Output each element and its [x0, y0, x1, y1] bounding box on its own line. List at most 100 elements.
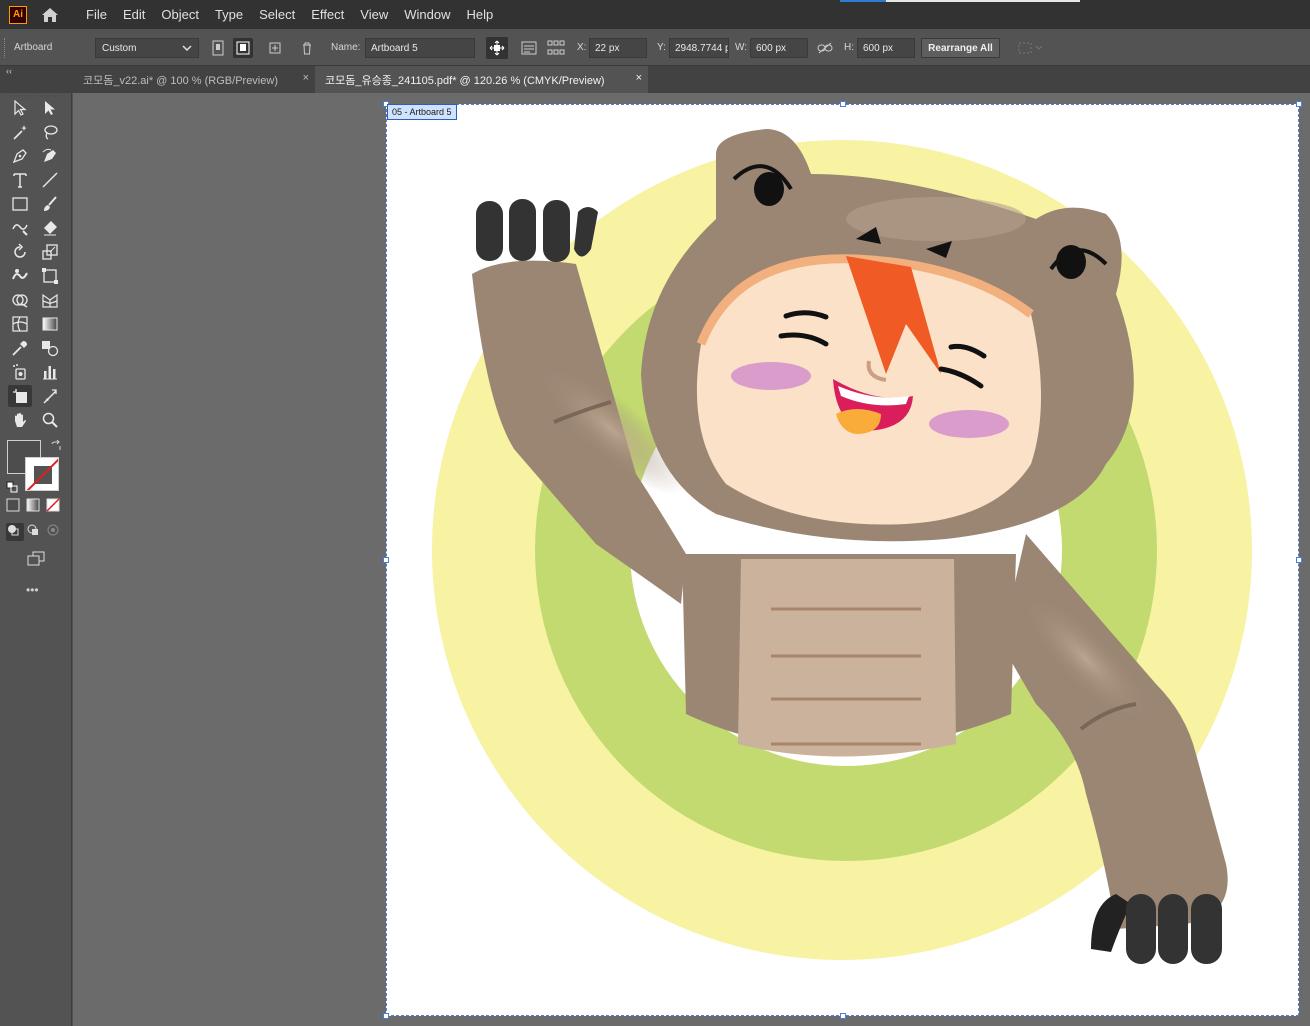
h-label: H: — [844, 42, 854, 53]
swap-fill-stroke-icon[interactable] — [50, 439, 62, 457]
close-icon[interactable]: × — [636, 72, 642, 84]
cheek-left — [731, 362, 811, 390]
menu-type[interactable]: Type — [207, 0, 251, 29]
default-fill-stroke-icon[interactable] — [6, 480, 18, 498]
x-position-field[interactable]: 22 px — [589, 38, 647, 58]
scale-tool-icon[interactable] — [38, 241, 62, 263]
lower-claw-4 — [1191, 894, 1222, 964]
warp-tool-icon[interactable] — [8, 265, 32, 287]
delete-artboard-icon[interactable] — [297, 38, 317, 58]
menu-help[interactable]: Help — [458, 0, 501, 29]
komodo-mascot-illustration — [432, 129, 1252, 964]
menu-items: File Edit Object Type Select Effect View… — [78, 0, 501, 29]
move-with-artboard-icon[interactable] — [486, 37, 508, 59]
slice-tool-icon[interactable] — [38, 385, 62, 407]
artboard-tool-icon[interactable] — [8, 385, 32, 407]
resize-handle-top[interactable] — [840, 101, 846, 107]
shaper-tool-icon[interactable] — [8, 217, 32, 239]
menu-select[interactable]: Select — [251, 0, 303, 29]
tools-panel: ••• — [0, 93, 72, 1026]
menu-window[interactable]: Window — [396, 0, 458, 29]
screen-mode-icon[interactable] — [24, 548, 48, 570]
document-canvas[interactable]: 05 - Artboard 5 — [73, 93, 1310, 1026]
gradient-tool-icon[interactable] — [38, 313, 62, 335]
x-label: X: — [577, 42, 587, 53]
claw-1 — [476, 201, 503, 261]
lower-claw-2 — [1126, 894, 1156, 964]
blend-tool-icon[interactable] — [38, 337, 62, 359]
y-label: Y: — [657, 42, 666, 53]
name-label: Name: — [331, 42, 361, 53]
menu-effect[interactable]: Effect — [303, 0, 352, 29]
rearrange-grid-icon[interactable] — [546, 38, 566, 58]
edit-toolbar-button[interactable]: ••• — [26, 583, 39, 597]
shape-builder-tool-icon[interactable] — [8, 289, 32, 311]
stroke-swatch[interactable] — [25, 457, 59, 491]
gradient-mode-icon[interactable] — [26, 498, 44, 516]
artboard-preset-select[interactable]: Custom — [95, 38, 199, 58]
free-transform-tool-icon[interactable] — [38, 265, 62, 287]
artboard-name-field[interactable]: Artboard 5 — [365, 38, 475, 58]
lasso-tool-icon[interactable] — [38, 121, 62, 143]
home-icon[interactable] — [39, 4, 61, 26]
none-mode-icon[interactable] — [46, 498, 64, 516]
menu-edit[interactable]: Edit — [115, 0, 153, 29]
link-proportions-icon[interactable] — [815, 38, 835, 58]
y-position-field[interactable]: 2948.7744 p — [669, 38, 729, 58]
claw-3 — [543, 200, 570, 262]
eyedropper-tool-icon[interactable] — [8, 337, 32, 359]
collapse-panel-icon[interactable]: ‹‹ — [6, 66, 12, 76]
eraser-tool-icon[interactable] — [38, 217, 62, 239]
close-icon[interactable]: × — [303, 72, 309, 84]
menu-bar: Ai File Edit Object Type Select Effect V… — [0, 0, 1310, 29]
align-options-icon[interactable] — [1017, 38, 1045, 58]
rectangle-tool-icon[interactable] — [8, 193, 32, 215]
draw-behind-icon[interactable] — [26, 523, 44, 541]
menu-object[interactable]: Object — [153, 0, 207, 29]
menu-view[interactable]: View — [352, 0, 396, 29]
selection-tool-icon[interactable] — [8, 97, 32, 119]
resize-handle-right[interactable] — [1296, 557, 1302, 563]
tab-document-2[interactable]: 코모돔_유승종_241105.pdf* @ 120.26 % (CMYK/Pre… — [315, 66, 648, 93]
lower-claw-3 — [1158, 894, 1188, 964]
landscape-orientation-button[interactable] — [233, 38, 253, 58]
portrait-orientation-button[interactable] — [208, 38, 228, 58]
direct-selection-tool-icon[interactable] — [38, 97, 62, 119]
draw-normal-icon[interactable] — [6, 523, 24, 541]
resize-handle-bottom-left[interactable] — [383, 1013, 389, 1019]
resize-handle-top-right[interactable] — [1296, 101, 1302, 107]
menu-file[interactable]: File — [78, 0, 115, 29]
resize-handle-left[interactable] — [383, 557, 389, 563]
artboard-options-icon[interactable] — [519, 38, 539, 58]
curvature-tool-icon[interactable] — [38, 145, 62, 167]
rotate-tool-icon[interactable] — [8, 241, 32, 263]
w-label: W: — [735, 42, 748, 53]
line-tool-icon[interactable] — [38, 169, 62, 191]
claw-2 — [509, 199, 536, 261]
activity-indicator — [840, 0, 1080, 2]
hand-tool-icon[interactable] — [8, 409, 32, 431]
resize-handle-bottom[interactable] — [840, 1013, 846, 1019]
pen-tool-icon[interactable] — [8, 145, 32, 167]
mesh-tool-icon[interactable] — [8, 313, 32, 335]
tab-label: 코모돔_v22.ai* @ 100 % (RGB/Preview) — [83, 74, 278, 87]
rearrange-all-button[interactable]: Rearrange All — [921, 38, 1000, 58]
height-field[interactable]: 600 px — [857, 38, 915, 58]
zoom-tool-icon[interactable] — [38, 409, 62, 431]
tab-document-1[interactable]: 코모돔_v22.ai* @ 100 % (RGB/Preview) × — [73, 66, 315, 93]
magic-wand-tool-icon[interactable] — [8, 121, 32, 143]
artboard[interactable] — [386, 104, 1299, 1016]
draw-inside-icon[interactable] — [46, 523, 64, 541]
illustrator-logo: Ai — [9, 5, 27, 24]
tab-label: 코모돔_유승종_241105.pdf* @ 120.26 % (CMYK/Pre… — [325, 74, 605, 87]
width-field[interactable]: 600 px — [750, 38, 808, 58]
column-graph-tool-icon[interactable] — [38, 361, 62, 383]
perspective-grid-tool-icon[interactable] — [38, 289, 62, 311]
control-bar-grip[interactable] — [4, 38, 7, 58]
type-tool-icon[interactable] — [8, 169, 32, 191]
color-mode-icon[interactable] — [6, 498, 24, 516]
paintbrush-tool-icon[interactable] — [38, 193, 62, 215]
symbol-sprayer-tool-icon[interactable] — [8, 361, 32, 383]
new-artboard-icon[interactable] — [265, 38, 285, 58]
artboard-name-tag[interactable]: 05 - Artboard 5 — [387, 104, 457, 120]
